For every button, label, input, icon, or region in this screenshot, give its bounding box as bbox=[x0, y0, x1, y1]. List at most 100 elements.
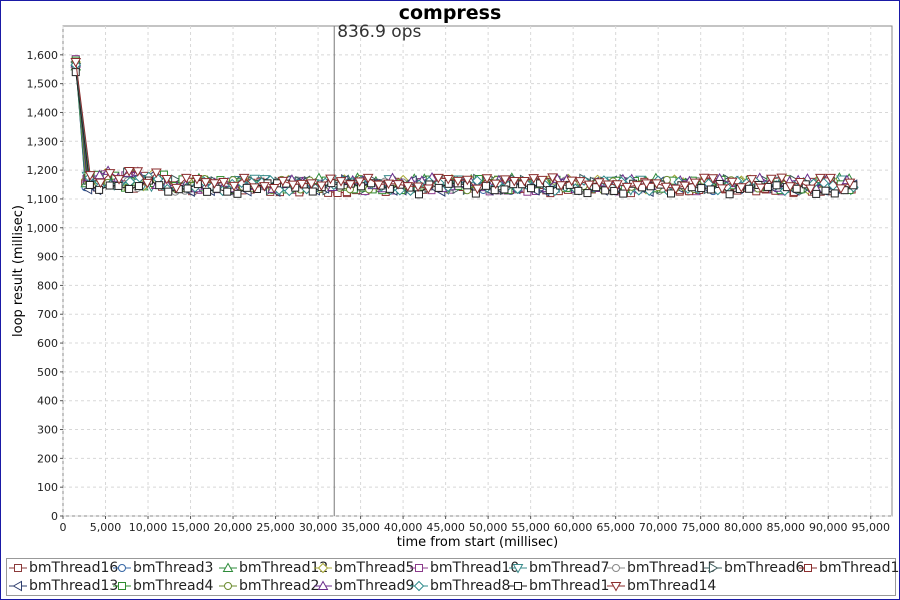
legend-symbol bbox=[509, 564, 527, 574]
x-tick-label: 65,000 bbox=[596, 521, 635, 534]
y-tick-label: 900 bbox=[37, 251, 58, 264]
legend-symbol bbox=[410, 564, 428, 572]
legend-item: bmThread7 bbox=[509, 559, 609, 577]
data-point bbox=[105, 181, 114, 190]
y-tick-label: 1,300 bbox=[27, 135, 59, 148]
legend-label: bmThread1 bbox=[529, 578, 610, 594]
legend-item: bmThread15 bbox=[607, 559, 716, 577]
legend-label: bmThread10 bbox=[430, 560, 520, 576]
data-point bbox=[164, 187, 173, 196]
x-tick-label: 85,000 bbox=[766, 521, 805, 534]
x-tick-label: 40,000 bbox=[384, 521, 423, 534]
legend: bmThread16 bmThread3 bmThread12 bmThread5 bm… bbox=[6, 558, 900, 596]
legend-item: bmThread1 bbox=[509, 577, 609, 595]
x-tick-label: 5,000 bbox=[90, 521, 122, 534]
legend-marker bbox=[12, 580, 22, 592]
legend-label: bmThread4 bbox=[133, 578, 214, 594]
legend-symbol bbox=[9, 564, 27, 572]
data-point bbox=[745, 184, 754, 193]
x-tick-label: 0 bbox=[60, 521, 67, 534]
legend-label: bmThread15 bbox=[627, 560, 717, 576]
legend-marker bbox=[612, 564, 620, 572]
legend-item: bmThread4 bbox=[113, 577, 213, 595]
y-tick-label: 1,100 bbox=[27, 193, 59, 206]
legend-label: bmThread6 bbox=[724, 560, 805, 576]
legend-marker bbox=[804, 564, 812, 572]
legend-label: bmThread5 bbox=[334, 560, 415, 576]
data-point bbox=[821, 186, 830, 195]
legend-item: bmThread16 bbox=[9, 559, 118, 577]
legend-item: bmThread14 bbox=[607, 577, 716, 595]
legend-item: bmThread9 bbox=[314, 577, 414, 595]
y-tick-label: 500 bbox=[37, 366, 58, 379]
legend-symbol bbox=[509, 582, 527, 590]
chart-svg: 0 100 200 300 400 500 600 700 800 900 1,000 1,100 1,… bbox=[11, 2, 893, 550]
data-point bbox=[500, 185, 509, 194]
y-tick-label: 1,000 bbox=[27, 222, 59, 235]
data-point bbox=[583, 189, 592, 198]
legend-marker bbox=[514, 582, 522, 590]
legend-item: bmThread11 bbox=[799, 559, 900, 577]
data-point bbox=[223, 187, 232, 196]
y-tick-label: 1,200 bbox=[27, 164, 59, 177]
data-point bbox=[125, 184, 134, 193]
x-tick-label: 80,000 bbox=[724, 521, 763, 534]
x-tick-label: 75,000 bbox=[681, 521, 720, 534]
data-point bbox=[233, 189, 242, 198]
x-tick-label: 25,000 bbox=[256, 521, 295, 534]
legend-symbol bbox=[410, 580, 428, 592]
legend-item: bmThread2 bbox=[219, 577, 319, 595]
legend-symbol bbox=[314, 562, 332, 574]
legend-symbol bbox=[219, 562, 237, 572]
plot-area bbox=[62, 25, 893, 517]
data-point bbox=[183, 184, 192, 193]
legend-marker bbox=[317, 562, 329, 574]
y-tick-label: 1,600 bbox=[27, 49, 59, 62]
data-point bbox=[71, 68, 80, 77]
legend-marker bbox=[224, 582, 232, 590]
x-tick-label: 60,000 bbox=[554, 521, 593, 534]
legend-marker bbox=[14, 564, 22, 572]
x-tick-label: 45,000 bbox=[426, 521, 465, 534]
y-tick-label: 0 bbox=[51, 510, 58, 523]
x-tick-label: 90,000 bbox=[809, 521, 848, 534]
legend-marker bbox=[118, 582, 126, 590]
legend-label: bmThread2 bbox=[239, 578, 320, 594]
legend-item: bmThread10 bbox=[410, 559, 519, 577]
legend-marker bbox=[415, 564, 423, 572]
x-tick-label: 30,000 bbox=[299, 521, 338, 534]
legend-marker bbox=[118, 564, 126, 572]
y-tick-label: 300 bbox=[37, 424, 58, 437]
data-point bbox=[434, 183, 443, 192]
legend-symbol bbox=[607, 582, 625, 592]
y-tick-label: 800 bbox=[37, 279, 58, 292]
data-point bbox=[725, 190, 734, 199]
data-point bbox=[706, 185, 715, 194]
legend-label: bmThread9 bbox=[334, 578, 415, 594]
legend-marker bbox=[709, 562, 719, 574]
legend-marker bbox=[413, 580, 425, 592]
data-point bbox=[772, 181, 781, 190]
x-tick-label: 55,000 bbox=[511, 521, 550, 534]
data-point bbox=[85, 180, 94, 189]
y-tick-label: 700 bbox=[37, 308, 58, 321]
y-tick-label: 1,500 bbox=[27, 78, 59, 91]
legend-symbol bbox=[704, 562, 722, 574]
legend-symbol bbox=[799, 564, 817, 572]
data-point bbox=[481, 181, 490, 190]
data-point bbox=[134, 182, 143, 191]
data-point bbox=[155, 181, 164, 190]
marker-label: 836.9 ops bbox=[337, 22, 421, 42]
legend-item: bmThread13 bbox=[9, 577, 118, 595]
legend-symbol bbox=[607, 564, 625, 572]
data-point bbox=[545, 186, 554, 195]
data-point bbox=[526, 184, 535, 193]
data-point bbox=[667, 189, 676, 198]
legend-symbol bbox=[9, 580, 27, 592]
x-tick-label: 35,000 bbox=[341, 521, 380, 534]
legend-label: bmThread7 bbox=[529, 560, 610, 576]
legend-item: bmThread5 bbox=[314, 559, 414, 577]
x-tick-label: 20,000 bbox=[214, 521, 253, 534]
y-tick-label: 1,400 bbox=[27, 106, 59, 119]
legend-item: bmThread3 bbox=[113, 559, 213, 577]
